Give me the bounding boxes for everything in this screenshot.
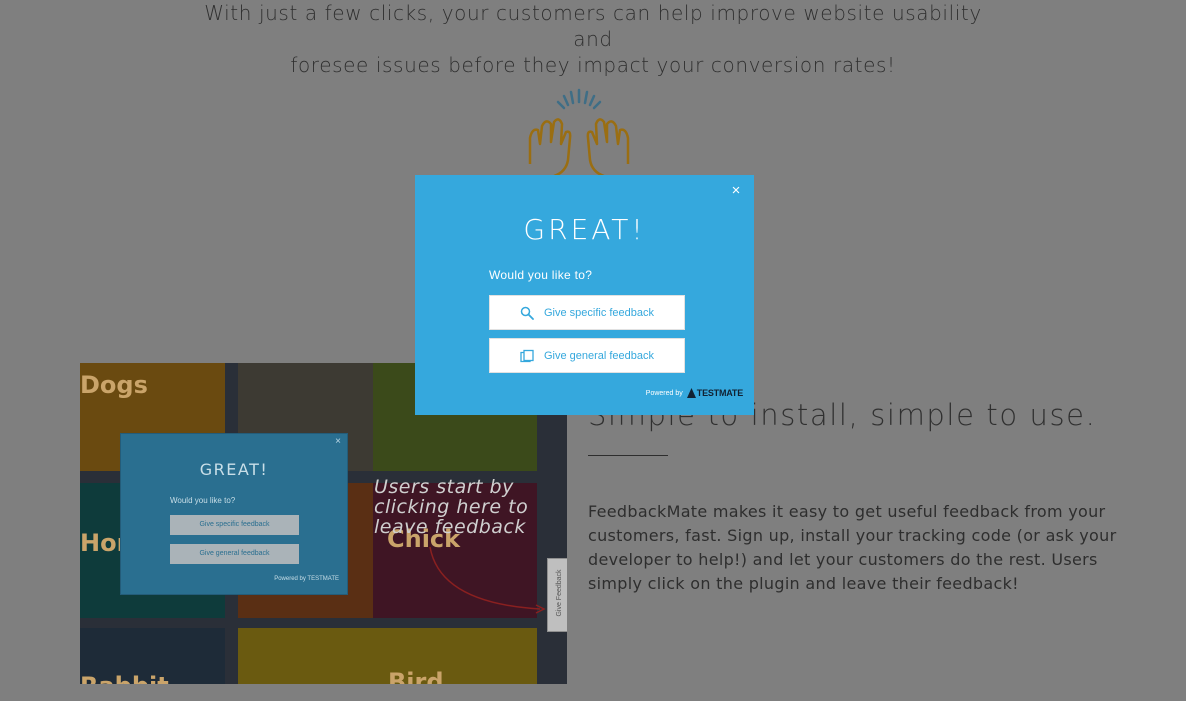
annotation-arrow-icon <box>429 546 546 614</box>
modal-question: Would you like to? <box>489 268 593 282</box>
mini-feedback-popup: × GREAT! Would you like to? Give specifi… <box>120 433 348 595</box>
pages-icon <box>520 349 534 362</box>
give-general-feedback-button[interactable]: Give general feedback <box>489 338 685 373</box>
intro-line: With just a few clicks, your customers c… <box>204 1 982 51</box>
section-body: FeedbackMate makes it easy to get useful… <box>588 500 1117 596</box>
feedback-modal: × GREAT! Would you like to? Give specifi… <box>415 175 754 415</box>
mini-specific-button: Give specific feedback <box>170 515 299 535</box>
general-feedback-label: Give general feedback <box>543 349 655 362</box>
body-line: FeedbackMate makes it easy to get useful… <box>588 502 1106 521</box>
high-five-icon <box>528 88 630 178</box>
give-specific-feedback-button[interactable]: Give specific feedback <box>489 295 685 330</box>
close-icon[interactable]: × <box>728 183 744 199</box>
modal-title: GREAT! <box>523 213 646 246</box>
testmate-logo: TESTMATE <box>686 388 743 398</box>
tile-rabbit: Rabbit <box>80 628 225 684</box>
feedback-tab: Give Feedback <box>547 558 567 632</box>
tile-title: Bird <box>388 668 444 684</box>
tile-bird: Bird <box>238 628 537 684</box>
feedback-tab-label: Give Feedback <box>556 569 563 617</box>
testmate-logo-icon <box>686 388 696 398</box>
body-line: customers, fast. Sign up, install your t… <box>588 526 1117 545</box>
powered-by[interactable]: Powered by TESTMATE <box>646 388 743 398</box>
annotation-line: Users start by <box>374 476 514 498</box>
tile-title: Rabbit <box>80 672 169 684</box>
mini-close-icon: × <box>335 436 341 447</box>
tile-title: Dogs <box>80 371 148 399</box>
intro-text: With just a few clicks, your customers c… <box>200 0 986 78</box>
testmate-brand-label: TESTMATE <box>696 388 743 398</box>
annotation-line: leave feedback <box>374 516 526 538</box>
mini-popup-title: GREAT! <box>199 460 269 479</box>
powered-by-label: Powered by <box>645 389 683 397</box>
intro-line: foresee issues before they impact your c… <box>290 53 896 77</box>
annotation-text: Users start by clicking here to leave fe… <box>374 477 528 537</box>
body-line: developer to help!) and let your custome… <box>588 550 1098 569</box>
mini-powered-by: Powered by TESTMATE <box>274 576 339 582</box>
specific-feedback-label: Give specific feedback <box>543 306 655 319</box>
search-icon <box>520 306 534 320</box>
annotation-line: clicking here to <box>374 496 529 518</box>
mini-popup-question: Would you like to? <box>170 496 236 505</box>
body-line: simply click on the plugin and leave the… <box>588 574 1019 593</box>
heading-divider <box>588 455 668 456</box>
mini-general-button: Give general feedback <box>170 544 299 564</box>
